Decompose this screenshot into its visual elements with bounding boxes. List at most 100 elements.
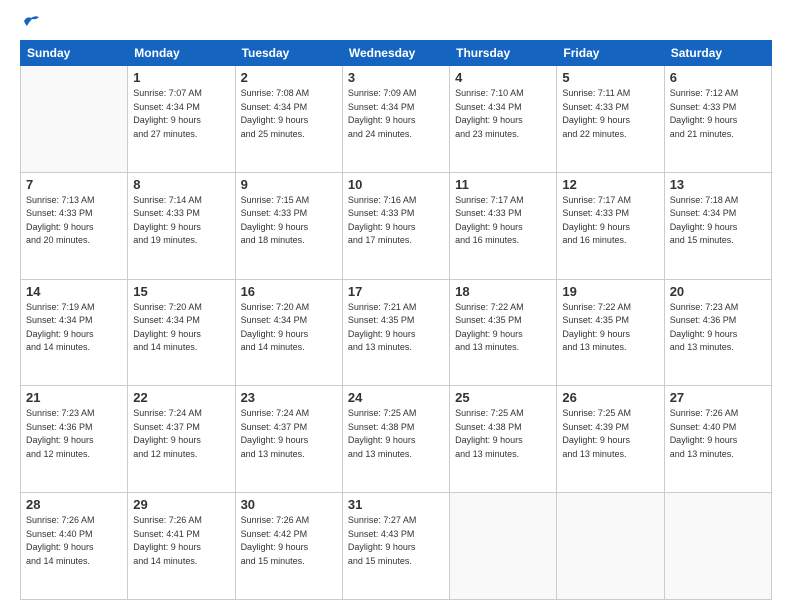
calendar-cell: 15Sunrise: 7:20 AM Sunset: 4:34 PM Dayli… [128,279,235,386]
day-info: Sunrise: 7:26 AM Sunset: 4:41 PM Dayligh… [133,514,229,568]
calendar-cell: 9Sunrise: 7:15 AM Sunset: 4:33 PM Daylig… [235,172,342,279]
calendar-day-header: Monday [128,41,235,66]
day-number: 27 [670,390,766,405]
day-info: Sunrise: 7:21 AM Sunset: 4:35 PM Dayligh… [348,301,444,355]
day-number: 3 [348,70,444,85]
day-number: 31 [348,497,444,512]
day-info: Sunrise: 7:18 AM Sunset: 4:34 PM Dayligh… [670,194,766,248]
day-number: 16 [241,284,337,299]
day-info: Sunrise: 7:27 AM Sunset: 4:43 PM Dayligh… [348,514,444,568]
day-number: 24 [348,390,444,405]
day-number: 2 [241,70,337,85]
day-number: 17 [348,284,444,299]
calendar-cell: 4 Sunrise: 7:10 AM Sunset: 4:34 PM Daylig… [450,66,557,173]
day-info: Sunrise: 7:13 AM Sunset: 4:33 PM Dayligh… [26,194,122,248]
day-info: Sunrise: 7:22 AM Sunset: 4:35 PM Dayligh… [455,301,551,355]
calendar-cell: 10 Sunrise: 7:16 AM Sunset: 4:33 PM Dayli… [342,172,449,279]
day-info: Sunrise: 7:25 AM Sunset: 4:38 PM Dayligh… [348,407,444,461]
day-number: 14 [26,284,122,299]
day-info: Sunrise: 7:23 AM Sunset: 4:36 PM Dayligh… [26,407,122,461]
calendar-week-row: 28 Sunrise: 7:26 AM Sunset: 4:40 PM Dayli… [21,493,772,600]
day-info: Sunrise: 7:19 AM Sunset: 4:34 PM Dayligh… [26,301,122,355]
calendar-cell: 20 Sunrise: 7:23 AM Sunset: 4:36 PM Dayli… [664,279,771,386]
calendar-week-row: 14 Sunrise: 7:19 AM Sunset: 4:34 PM Dayli… [21,279,772,386]
calendar-cell: 3 Sunrise: 7:09 AM Sunset: 4:34 PM Daylig… [342,66,449,173]
calendar-cell: 8 Sunrise: 7:14 AM Sunset: 4:33 PM Daylig… [128,172,235,279]
day-info: Sunrise: 7:09 AM Sunset: 4:34 PM Dayligh… [348,87,444,141]
day-number: 10 [348,177,444,192]
day-info: Sunrise: 7:20 AM Sunset: 4:34 PM Dayligh… [241,301,337,355]
calendar-cell: 14 Sunrise: 7:19 AM Sunset: 4:34 PM Dayli… [21,279,128,386]
calendar-day-header: Tuesday [235,41,342,66]
day-number: 19 [562,284,658,299]
calendar-cell: 24 Sunrise: 7:25 AM Sunset: 4:38 PM Dayli… [342,386,449,493]
day-number: 29 [133,497,229,512]
logo [20,16,40,30]
calendar-table: SundayMondayTuesdayWednesdayThursdayFrid… [20,40,772,600]
day-number: 4 [455,70,551,85]
calendar-cell: 5 Sunrise: 7:11 AM Sunset: 4:33 PM Daylig… [557,66,664,173]
day-info: Sunrise: 7:12 AM Sunset: 4:33 PM Dayligh… [670,87,766,141]
day-info: Sunrise: 7:26 AM Sunset: 4:42 PM Dayligh… [241,514,337,568]
calendar-cell [557,493,664,600]
day-info: Sunrise: 7:26 AM Sunset: 4:40 PM Dayligh… [670,407,766,461]
day-number: 7 [26,177,122,192]
day-number: 23 [241,390,337,405]
calendar-day-header: Thursday [450,41,557,66]
day-info: Sunrise: 7:17 AM Sunset: 4:33 PM Dayligh… [455,194,551,248]
day-number: 18 [455,284,551,299]
calendar-cell: 26Sunrise: 7:25 AM Sunset: 4:39 PM Dayli… [557,386,664,493]
calendar-day-header: Wednesday [342,41,449,66]
day-info: Sunrise: 7:24 AM Sunset: 4:37 PM Dayligh… [241,407,337,461]
calendar-cell: 6Sunrise: 7:12 AM Sunset: 4:33 PM Daylig… [664,66,771,173]
day-number: 30 [241,497,337,512]
calendar-day-header: Saturday [664,41,771,66]
page: SundayMondayTuesdayWednesdayThursdayFrid… [0,0,792,612]
calendar-cell: 17 Sunrise: 7:21 AM Sunset: 4:35 PM Dayli… [342,279,449,386]
calendar-cell: 19 Sunrise: 7:22 AM Sunset: 4:35 PM Dayli… [557,279,664,386]
calendar-header-row: SundayMondayTuesdayWednesdayThursdayFrid… [21,41,772,66]
calendar-cell: 7 Sunrise: 7:13 AM Sunset: 4:33 PM Daylig… [21,172,128,279]
calendar-week-row: 21 Sunrise: 7:23 AM Sunset: 4:36 PM Dayli… [21,386,772,493]
day-info: Sunrise: 7:16 AM Sunset: 4:33 PM Dayligh… [348,194,444,248]
day-info: Sunrise: 7:15 AM Sunset: 4:33 PM Dayligh… [241,194,337,248]
day-info: Sunrise: 7:20 AM Sunset: 4:34 PM Dayligh… [133,301,229,355]
day-info: Sunrise: 7:14 AM Sunset: 4:33 PM Dayligh… [133,194,229,248]
logo-bird-icon [22,14,40,28]
day-number: 28 [26,497,122,512]
calendar-cell [664,493,771,600]
calendar-cell: 21 Sunrise: 7:23 AM Sunset: 4:36 PM Dayli… [21,386,128,493]
calendar-cell: 23 Sunrise: 7:24 AM Sunset: 4:37 PM Dayli… [235,386,342,493]
day-info: Sunrise: 7:24 AM Sunset: 4:37 PM Dayligh… [133,407,229,461]
calendar-cell: 2 Sunrise: 7:08 AM Sunset: 4:34 PM Daylig… [235,66,342,173]
calendar-cell [21,66,128,173]
header [20,16,772,30]
calendar-cell: 27 Sunrise: 7:26 AM Sunset: 4:40 PM Dayli… [664,386,771,493]
day-info: Sunrise: 7:22 AM Sunset: 4:35 PM Dayligh… [562,301,658,355]
day-info: Sunrise: 7:17 AM Sunset: 4:33 PM Dayligh… [562,194,658,248]
day-number: 5 [562,70,658,85]
calendar-cell: 30 Sunrise: 7:26 AM Sunset: 4:42 PM Dayli… [235,493,342,600]
day-info: Sunrise: 7:25 AM Sunset: 4:38 PM Dayligh… [455,407,551,461]
day-number: 1 [133,70,229,85]
day-info: Sunrise: 7:10 AM Sunset: 4:34 PM Dayligh… [455,87,551,141]
day-info: Sunrise: 7:26 AM Sunset: 4:40 PM Dayligh… [26,514,122,568]
day-number: 12 [562,177,658,192]
day-info: Sunrise: 7:25 AM Sunset: 4:39 PM Dayligh… [562,407,658,461]
day-number: 21 [26,390,122,405]
calendar-cell: 1 Sunrise: 7:07 AM Sunset: 4:34 PM Daylig… [128,66,235,173]
calendar-week-row: 1 Sunrise: 7:07 AM Sunset: 4:34 PM Daylig… [21,66,772,173]
calendar-cell: 22Sunrise: 7:24 AM Sunset: 4:37 PM Dayli… [128,386,235,493]
calendar-week-row: 7 Sunrise: 7:13 AM Sunset: 4:33 PM Daylig… [21,172,772,279]
calendar-cell: 29 Sunrise: 7:26 AM Sunset: 4:41 PM Dayli… [128,493,235,600]
day-info: Sunrise: 7:08 AM Sunset: 4:34 PM Dayligh… [241,87,337,141]
day-info: Sunrise: 7:11 AM Sunset: 4:33 PM Dayligh… [562,87,658,141]
day-number: 8 [133,177,229,192]
day-info: Sunrise: 7:23 AM Sunset: 4:36 PM Dayligh… [670,301,766,355]
calendar-day-header: Sunday [21,41,128,66]
calendar-cell [450,493,557,600]
day-info: Sunrise: 7:07 AM Sunset: 4:34 PM Dayligh… [133,87,229,141]
day-number: 25 [455,390,551,405]
calendar-cell: 13Sunrise: 7:18 AM Sunset: 4:34 PM Dayli… [664,172,771,279]
day-number: 20 [670,284,766,299]
